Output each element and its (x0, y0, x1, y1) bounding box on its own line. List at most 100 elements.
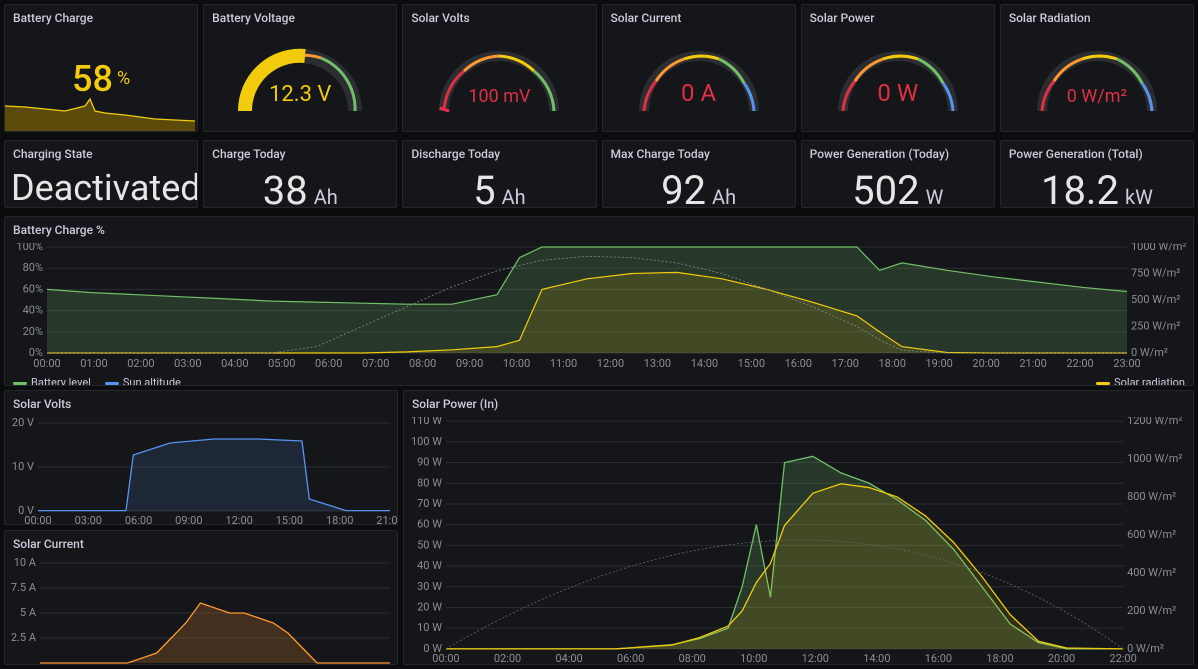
legend-left: Battery levelSun altitude (5, 374, 189, 386)
svg-text:18:00: 18:00 (986, 652, 1013, 665)
stat-unit: kW (1125, 185, 1153, 208)
svg-text:7.5 A: 7.5 A (11, 581, 37, 594)
stat-value: 5 (473, 167, 495, 208)
svg-text:05:00: 05:00 (268, 357, 295, 370)
svg-text:90 W: 90 W (417, 456, 442, 469)
panel-power-gen-today[interactable]: Power Generation (Today) 502 W (801, 140, 995, 208)
svg-text:1000 W/m²: 1000 W/m² (1131, 243, 1186, 253)
battery-voltage-value: 12.3 V (204, 82, 396, 107)
panel-title: Discharge Today (403, 141, 595, 167)
svg-text:18:00: 18:00 (879, 357, 906, 370)
svg-text:1000 W/m²: 1000 W/m² (1127, 452, 1182, 465)
svg-text:17:00: 17:00 (832, 357, 859, 370)
stat-unit: Ah (502, 185, 526, 208)
panel-discharge-today[interactable]: Discharge Today 5 Ah (402, 140, 596, 208)
svg-text:19:00: 19:00 (925, 357, 952, 370)
svg-text:06:00: 06:00 (125, 514, 152, 525)
svg-text:30 W: 30 W (417, 580, 442, 593)
svg-text:750 W/m²: 750 W/m² (1131, 267, 1180, 280)
panel-title: Power Generation (Today) (802, 141, 994, 167)
panel-title: Solar Power (802, 5, 994, 31)
svg-text:40%: 40% (23, 304, 43, 317)
panel-charging-state[interactable]: Charging State Deactivated (4, 140, 198, 208)
svg-text:06:00: 06:00 (617, 652, 644, 665)
panel-title: Solar Power (In) (404, 391, 1193, 417)
svg-text:21:00: 21:00 (376, 514, 397, 525)
svg-text:10 A: 10 A (14, 557, 37, 569)
svg-text:100 W: 100 W (411, 435, 442, 448)
panel-max-charge-today[interactable]: Max Charge Today 92Ah (602, 140, 796, 208)
svg-text:16:00: 16:00 (925, 652, 952, 665)
panel-title: Battery Charge % (5, 217, 1193, 243)
svg-text:16:00: 16:00 (785, 357, 812, 370)
svg-text:12:00: 12:00 (802, 652, 829, 665)
svg-text:23:00: 23:00 (1113, 357, 1140, 370)
gauge-arc (1022, 31, 1172, 121)
panel-title: Solar Volts (5, 391, 397, 417)
svg-text:08:00: 08:00 (409, 357, 436, 370)
solar-current-value: 0 A (603, 79, 795, 107)
svg-text:15:00: 15:00 (738, 357, 765, 370)
panel-power-gen-total[interactable]: Power Generation (Total) 18.2 kW (1000, 140, 1194, 208)
gauge-arc (225, 31, 375, 121)
gauge-arc (624, 31, 774, 121)
stat-unit: Ah (314, 185, 338, 208)
svg-text:07:00: 07:00 (362, 357, 389, 370)
svg-text:50 W: 50 W (417, 538, 442, 551)
panel-solar-radiation[interactable]: Solar Radiation 0 W/m² (1000, 4, 1194, 132)
solar-current-chart-svg: 10 A7.5 A5 A2.5 A (5, 557, 397, 665)
stat-unit: W (926, 185, 944, 208)
svg-text:15:00: 15:00 (276, 514, 303, 525)
solar-power-chart-svg: 110 W100 W90 W80 W70 W60 W50 W40 W30 W20… (404, 417, 1193, 665)
stat-value: 502 (852, 167, 919, 208)
svg-text:10 W: 10 W (417, 621, 442, 634)
panel-battery-chart[interactable]: Battery Charge % 100%80%60%40%20%0%1000 … (4, 216, 1194, 386)
svg-text:03:00: 03:00 (174, 357, 201, 370)
svg-text:02:00: 02:00 (127, 357, 154, 370)
panel-solar-power[interactable]: Solar Power 0 W (801, 4, 995, 132)
svg-text:400 W/m²: 400 W/m² (1127, 566, 1176, 579)
svg-text:20 V: 20 V (12, 417, 34, 429)
svg-text:11:00: 11:00 (550, 357, 577, 370)
battery-charge-unit: % (117, 68, 130, 89)
svg-text:02:00: 02:00 (494, 652, 521, 665)
svg-text:20:00: 20:00 (1048, 652, 1075, 665)
svg-text:22:00: 22:00 (1066, 357, 1093, 370)
svg-text:20 W: 20 W (417, 600, 442, 613)
panel-solar-volts[interactable]: Solar Volts 100 mV (402, 4, 596, 132)
svg-text:00:00: 00:00 (432, 652, 459, 665)
panel-solar-current[interactable]: Solar Current 0 A (602, 4, 796, 132)
panel-title: Charge Today (204, 141, 396, 167)
panel-solar-current-chart[interactable]: Solar Current 10 A7.5 A5 A2.5 A (4, 530, 398, 665)
panel-title: Solar Volts (403, 5, 595, 31)
stat-unit: Ah (712, 185, 736, 208)
solar-volts-value: 100 mV (403, 86, 595, 107)
panel-title: Power Generation (Total) (1001, 141, 1193, 167)
svg-text:10:00: 10:00 (503, 357, 530, 370)
svg-text:1200 W/m²: 1200 W/m² (1127, 417, 1182, 427)
svg-text:500 W/m²: 500 W/m² (1131, 293, 1180, 306)
panel-battery-charge[interactable]: Battery Charge 58 % (4, 4, 198, 132)
panel-title: Solar Current (603, 5, 795, 31)
solar-volts-chart-svg: 20 V10 V0 V00:0003:0006:0009:0012:0015:0… (5, 417, 397, 525)
svg-text:5 A: 5 A (20, 606, 37, 619)
svg-text:800 W/m²: 800 W/m² (1127, 490, 1176, 503)
svg-text:04:00: 04:00 (555, 652, 582, 665)
panel-charge-today[interactable]: Charge Today 38Ah (203, 140, 397, 208)
svg-text:01:00: 01:00 (80, 357, 107, 370)
svg-text:00:00: 00:00 (33, 357, 60, 370)
panel-battery-voltage[interactable]: Battery Voltage 12.3 V (203, 4, 397, 132)
panel-title: Solar Radiation (1001, 5, 1193, 31)
svg-text:09:00: 09:00 (175, 514, 202, 525)
panel-solar-volts-chart[interactable]: Solar Volts 20 V10 V0 V00:0003:0006:0009… (4, 390, 398, 525)
battery-charge-sparkline (5, 91, 195, 131)
stat-value: 18.2 (1041, 167, 1119, 208)
svg-text:20%: 20% (23, 325, 43, 338)
svg-text:110 W: 110 W (411, 417, 442, 427)
svg-text:22:00: 22:00 (1109, 652, 1136, 665)
gauge-arc (424, 31, 574, 121)
panel-title: Solar Current (5, 531, 397, 557)
svg-text:10 V: 10 V (12, 460, 34, 473)
panel-solar-power-chart[interactable]: Solar Power (In) 110 W100 W90 W80 W70 W6… (403, 390, 1194, 665)
svg-text:03:00: 03:00 (75, 514, 102, 525)
